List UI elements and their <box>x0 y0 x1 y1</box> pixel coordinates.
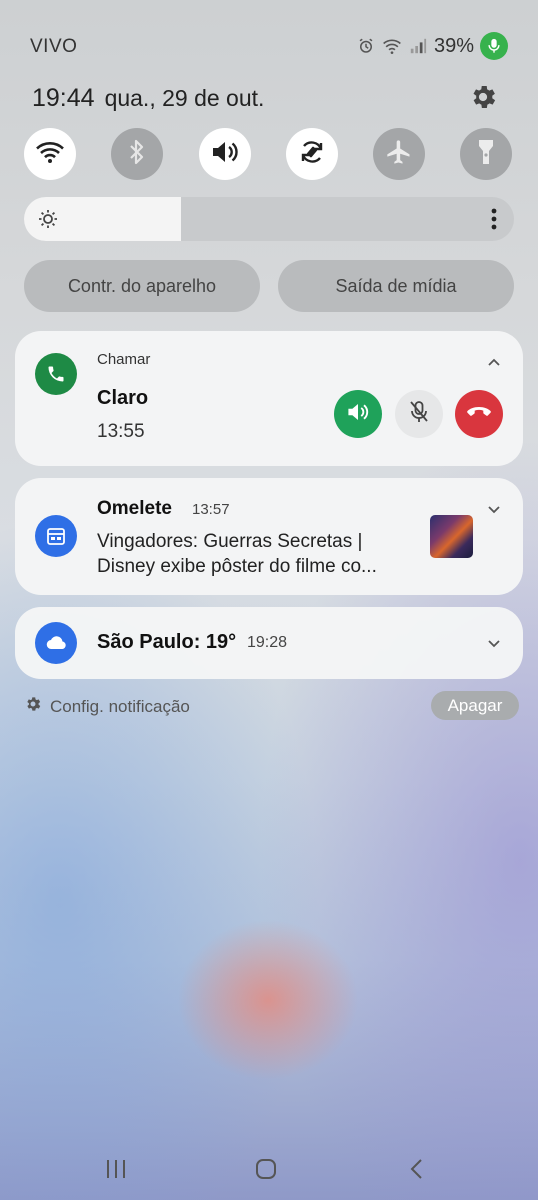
wifi-icon <box>35 140 65 169</box>
auto-rotate-toggle[interactable] <box>286 128 338 180</box>
battery-level: 39% <box>433 34 474 57</box>
date-time: 19:44 qua., 29 de out. <box>32 84 264 113</box>
omelete-line-2: Disney exibe pôster do filme co... <box>97 556 377 577</box>
omelete-app-name: Omelete <box>97 498 172 519</box>
rotate-icon <box>298 138 326 171</box>
quick-toggles <box>24 128 514 182</box>
clock-time: 19:44 <box>32 84 95 112</box>
bluetooth-toggle[interactable] <box>111 128 163 180</box>
caller-name: Claro <box>97 387 149 409</box>
hang-up-icon <box>466 405 492 424</box>
omelete-line-1: Vingadores: Guerras Secretas | <box>97 531 363 552</box>
wifi-icon <box>382 36 402 56</box>
mute-button[interactable] <box>395 390 443 438</box>
brightness-sun-icon <box>38 209 58 229</box>
cloud-icon <box>35 622 77 664</box>
omelete-notification[interactable]: Omelete 13:57 Vingadores: Guerras Secret… <box>15 478 523 595</box>
alarm-icon <box>356 36 376 56</box>
call-duration: 13:55 <box>97 421 145 442</box>
notification-settings-label: Config. notificação <box>50 696 190 716</box>
airplane-toggle[interactable] <box>373 128 425 180</box>
chevron-down-icon[interactable] <box>485 500 503 518</box>
weather-time: 19:28 <box>247 634 288 651</box>
mic-active-icon <box>480 32 508 60</box>
gear-icon <box>24 695 42 718</box>
home-icon[interactable] <box>251 1154 281 1184</box>
volume-icon <box>210 139 240 170</box>
airplane-icon <box>385 138 413 171</box>
date-label: qua., 29 de out. <box>104 85 265 111</box>
status-bar: VIVO 39% <box>0 0 538 90</box>
chevron-up-icon[interactable] <box>485 353 503 371</box>
omelete-body: Vingadores: Guerras Secretas | Disney ex… <box>97 529 427 579</box>
chevron-down-icon[interactable] <box>485 634 503 652</box>
more-options-icon[interactable] <box>490 207 498 231</box>
news-thumbnail <box>430 515 473 558</box>
device-control-button[interactable]: Contr. do aparelho <box>24 260 260 312</box>
back-icon[interactable] <box>402 1154 432 1184</box>
end-call-button[interactable] <box>455 390 503 438</box>
weather-notification[interactable]: São Paulo: 19° 19:28 <box>15 607 523 679</box>
status-icons: 39% <box>356 32 508 60</box>
speaker-icon <box>346 401 370 428</box>
navigation-bar <box>0 1140 538 1200</box>
notification-settings-link[interactable]: Config. notificação <box>24 695 190 718</box>
media-output-button[interactable]: Saída de mídia <box>278 260 514 312</box>
clear-all-button[interactable]: Apagar <box>431 691 519 720</box>
sound-toggle[interactable] <box>199 128 251 180</box>
calendar-icon <box>35 515 77 557</box>
flashlight-icon <box>476 138 496 171</box>
wifi-toggle[interactable] <box>24 128 76 180</box>
signal-icon <box>408 36 428 56</box>
carrier-label: VIVO <box>30 36 78 57</box>
mic-off-icon <box>409 400 429 429</box>
phone-icon <box>35 353 77 395</box>
call-notification[interactable]: Chamar Claro 13:55 <box>15 331 523 466</box>
omelete-time: 13:57 <box>192 501 230 518</box>
flashlight-toggle[interactable] <box>460 128 512 180</box>
recent-apps-icon[interactable] <box>101 1154 131 1184</box>
weather-title: São Paulo: 19° <box>97 631 237 653</box>
brightness-slider[interactable] <box>24 197 514 241</box>
speaker-button[interactable] <box>334 390 382 438</box>
bluetooth-icon <box>128 139 146 170</box>
settings-gear-icon[interactable] <box>468 82 498 112</box>
call-app-name: Chamar <box>97 351 151 368</box>
